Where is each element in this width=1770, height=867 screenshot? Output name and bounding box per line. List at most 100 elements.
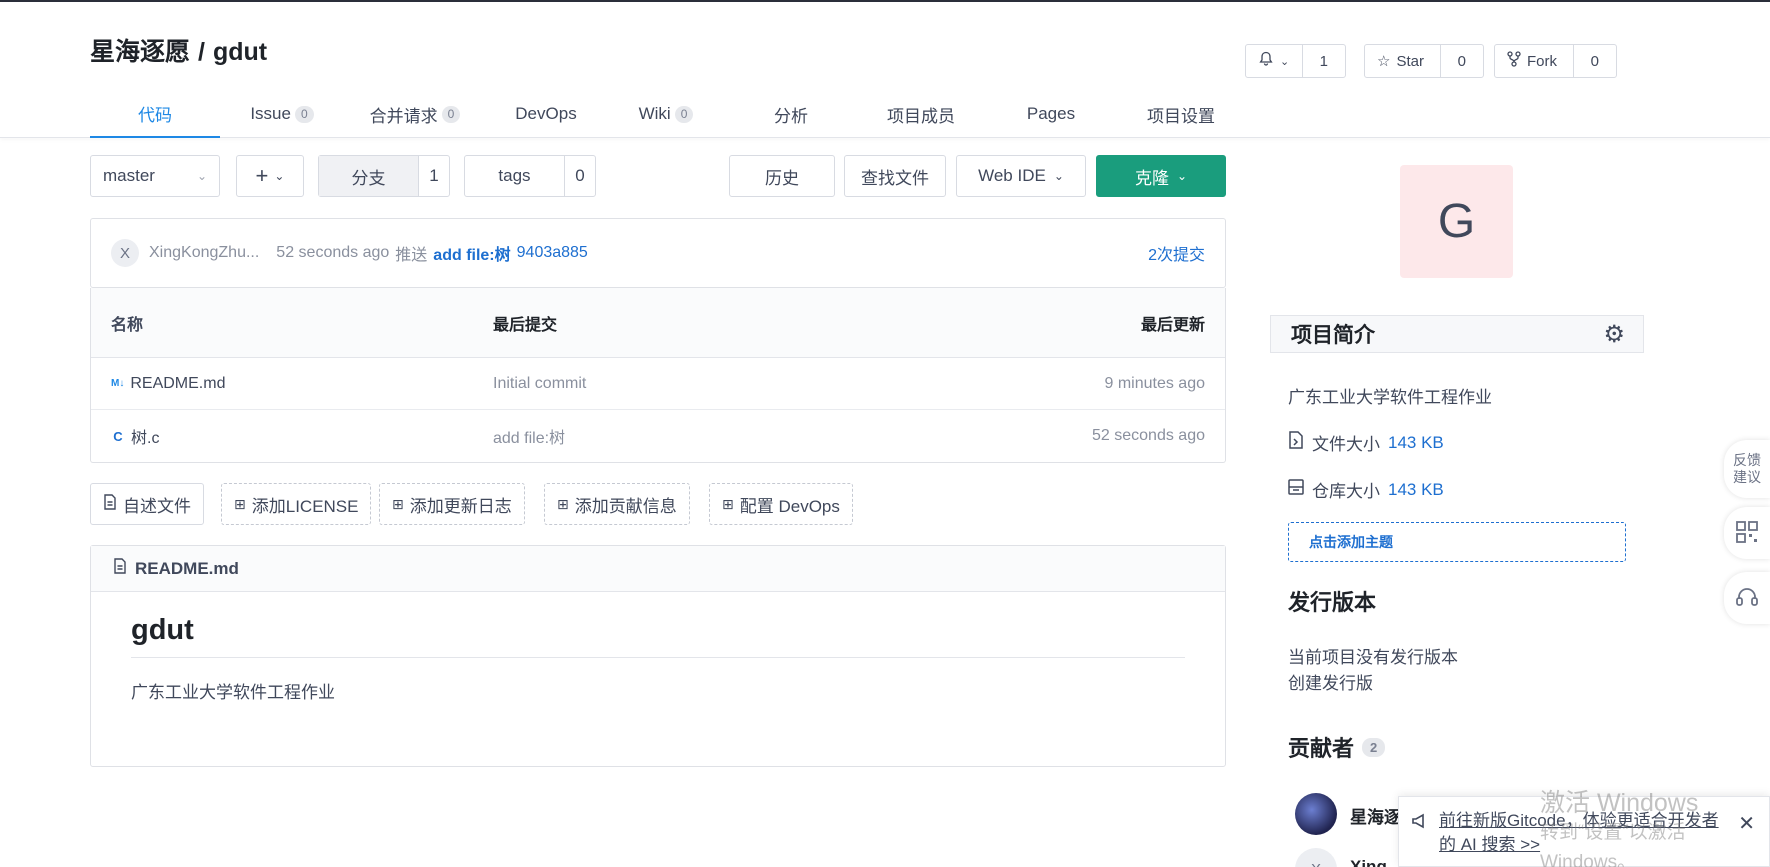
file-commit-link[interactable]: Initial commit [493,375,1005,393]
repo-size-icon [1288,479,1304,500]
file-size-row: 文件大小 143 KB [1288,430,1444,455]
watch-count[interactable]: 1 [1303,53,1345,70]
add-changelog-label: 添加更新日志 [409,496,512,516]
tab-devops[interactable]: DevOps [486,90,606,138]
feedback-button[interactable]: 反馈 建议 [1724,440,1770,498]
config-devops-button[interactable]: ⊞ 配置 DevOps [709,483,853,525]
tab-issue[interactable]: Issue 0 [220,90,344,138]
fork-count[interactable]: 0 [1574,53,1616,70]
file-table-header: 名称 最后提交 最后更新 [91,288,1225,358]
contributor-name[interactable]: 星海逐 [1350,803,1401,828]
file-name-link[interactable]: 树.c [131,424,159,448]
file-time: 52 seconds ago [1092,427,1205,444]
fork-toggle[interactable]: Fork [1495,45,1574,77]
commit-message-link[interactable]: add file:树 [433,241,510,265]
star-button[interactable]: ☆ Star 0 [1364,44,1484,78]
plus-icon: + [255,163,269,188]
tab-analytics[interactable]: 分析 [726,90,856,138]
tab-merge-requests[interactable]: 合并请求 0 [344,90,486,138]
fork-icon [1507,51,1521,71]
watch-button[interactable]: ⌄ 1 [1245,44,1346,78]
contributor-name[interactable]: Xing [1350,857,1387,867]
commit-count-link[interactable]: 2次提交 [1148,241,1205,265]
readme-button[interactable]: 自述文件 [90,483,204,525]
commit-sha-link[interactable]: 9403a885 [517,244,588,262]
branch-name: master [103,166,155,185]
repo-name-link[interactable]: gdut [213,38,267,66]
star-label: Star [1396,52,1424,70]
chevron-down-icon: ⌄ [196,169,207,183]
file-size-icon [1288,431,1304,454]
header-name: 名称 [111,316,144,334]
file-name-link[interactable]: README.md [130,375,225,393]
tab-label: DevOps [515,104,577,123]
repo-header: 星海逐愿 / gdut ⌄ 1 ☆ Star 0 Fork 0 代码 Issue 0 … [0,2,1770,138]
readme-header: README.md [91,546,1225,592]
chevron-down-icon: ⌄ [1176,169,1188,183]
tab-label: 代码 [138,105,172,125]
qrcode-button[interactable] [1724,507,1770,559]
commit-time: 52 seconds ago [276,244,390,261]
repo-size-label: 仓库大小 [1312,482,1380,501]
web-ide-button[interactable]: Web IDE ⌄ [956,155,1086,197]
header-commit: 最后提交 [493,316,558,334]
readme-heading: gdut [131,614,1185,658]
plus-square-icon: ⊞ [392,495,404,512]
star-count[interactable]: 0 [1441,53,1483,70]
bell-icon [1258,51,1274,71]
repo-title: 星海逐愿 / gdut [90,32,267,68]
tags-label: tags [465,156,565,196]
history-button[interactable]: 历史 [729,155,835,197]
close-icon[interactable]: ✕ [1738,811,1755,836]
tab-settings[interactable]: 项目设置 [1116,90,1246,138]
latest-commit-bar: X XingKongZhu... 52 seconds ago 推送 add f… [90,218,1226,288]
tab-members[interactable]: 项目成员 [856,90,986,138]
support-button[interactable] [1724,572,1770,624]
watch-toggle[interactable]: ⌄ [1246,45,1303,77]
tab-label: 分析 [774,106,808,126]
web-ide-label: Web IDE [978,166,1046,185]
tags-button[interactable]: tags 0 [464,155,596,197]
file-time: 9 minutes ago [1104,374,1205,392]
add-changelog-button[interactable]: ⊞ 添加更新日志 [379,483,525,525]
branches-button[interactable]: 分支 1 [318,155,450,197]
repo-owner-link[interactable]: 星海逐愿 [90,38,190,66]
gear-icon[interactable]: ⚙ [1603,320,1625,349]
avatar[interactable] [1295,793,1337,835]
project-intro-header: 项目简介 ⚙ [1270,315,1644,353]
add-license-button[interactable]: ⊞ 添加LICENSE [221,483,372,525]
plus-square-icon: ⊞ [722,495,734,512]
tab-wiki[interactable]: Wiki 0 [606,90,726,138]
tab-code[interactable]: 代码 [90,90,220,138]
readme-filename: README.md [135,558,239,578]
avatar[interactable]: X [1295,848,1337,867]
fork-button[interactable]: Fork 0 [1494,44,1617,78]
file-size-label: 文件大小 [1312,435,1380,454]
repo-size-row: 仓库大小 143 KB [1288,477,1444,502]
file-commit-link[interactable]: add file:树 [493,424,1005,448]
contributors-title: 贡献者 [1288,736,1355,761]
author-avatar[interactable]: X [111,239,139,267]
commit-author[interactable]: XingKongZhu... [149,244,259,262]
headset-icon [1735,585,1759,612]
intro-title: 项目简介 [1291,324,1375,347]
notice-link[interactable]: 前往新版Gitcode，体验更适合开发者的 AI 搜索 >> [1439,809,1728,857]
tab-badge: 0 [441,105,461,123]
create-release-link[interactable]: 创建发行版 [1288,669,1373,694]
add-topic-button[interactable]: 点击添加主题 [1288,522,1626,562]
star-toggle[interactable]: ☆ Star [1365,45,1441,77]
readme-content: gdut 广东工业大学软件工程作业 [91,592,1225,703]
clone-button[interactable]: 克隆 ⌄ [1096,155,1226,197]
tab-pages[interactable]: Pages [986,90,1116,138]
find-file-button[interactable]: 查找文件 [844,155,946,197]
file-icon [113,558,127,579]
add-dropdown-button[interactable]: + ⌄ [236,155,304,197]
readme-button-label: 自述文件 [123,496,191,516]
no-release-text: 当前项目没有发行版本 [1288,648,1458,667]
tab-label: 项目设置 [1147,106,1215,126]
branches-label: 分支 [319,156,419,196]
readme-panel: README.md gdut 广东工业大学软件工程作业 [90,545,1226,767]
add-contrib-button[interactable]: ⊞ 添加贡献信息 [544,483,690,525]
tab-label: 合并请求 [369,106,438,126]
branch-select[interactable]: master ⌄ [90,155,220,197]
